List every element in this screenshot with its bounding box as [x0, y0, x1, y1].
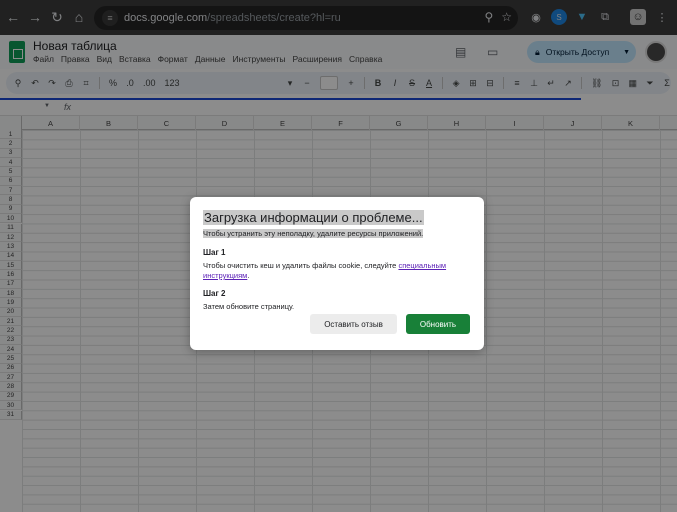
refresh-button[interactable]: Обновить [406, 314, 470, 334]
step1-heading: Шаг 1 [203, 248, 226, 257]
step1-end: . [247, 271, 250, 280]
step1-body: Чтобы очистить кеш и удалить файлы cooki… [203, 261, 399, 270]
feedback-button[interactable]: Оставить отзыв [310, 314, 397, 334]
dialog-title: Загрузка информации о проблеме... [203, 210, 424, 225]
step1-text: Чтобы очистить кеш и удалить файлы cooki… [203, 261, 475, 281]
screen: ← → ↻ ⌂ ≡ docs.google.com/spreadsheets/c… [0, 0, 677, 512]
step2-text: Затем обновите страницу. [203, 302, 295, 311]
dialog-subtitle: Чтобы устранить эту неполадку, удалите р… [203, 229, 424, 238]
step2-heading: Шаг 2 [203, 289, 226, 298]
error-dialog: Загрузка информации о проблеме... Чтобы … [190, 197, 484, 350]
